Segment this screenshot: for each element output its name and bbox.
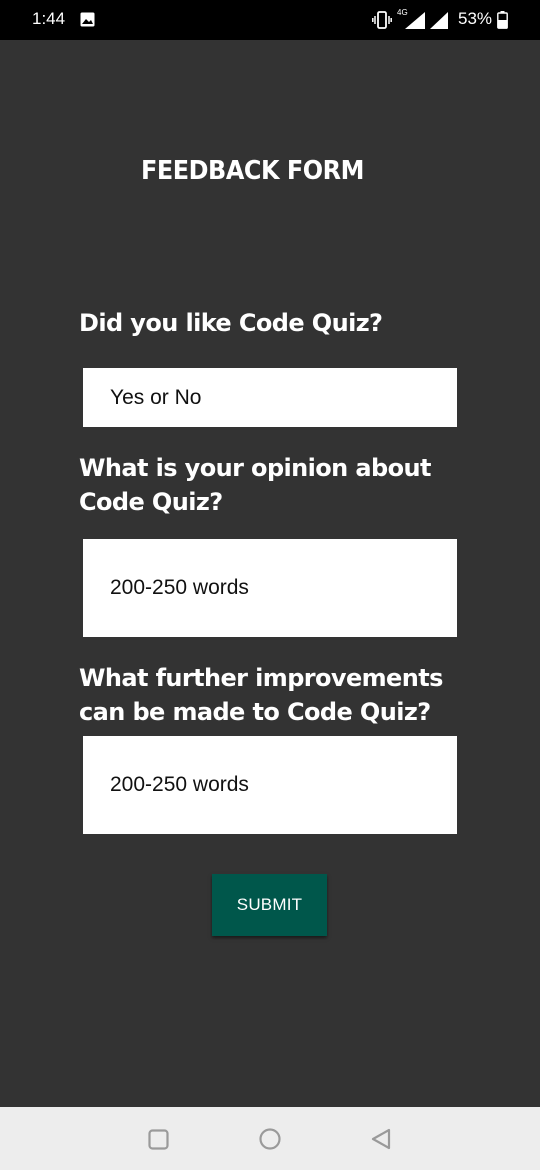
battery-icon xyxy=(497,11,508,29)
signal-icon xyxy=(405,12,425,29)
battery-percentage: 53% xyxy=(458,9,493,28)
page-title: FEEDBACK FORM xyxy=(141,156,364,186)
question-improvements-label: What further improvements can be made to… xyxy=(79,664,443,726)
opinion-input[interactable]: 200-250 words xyxy=(83,539,457,637)
status-bar: 1:44 4G 53% xyxy=(0,0,540,40)
question-opinion-label: What is your opinion about Code Quiz? xyxy=(79,454,431,516)
vibrate-icon xyxy=(372,11,392,29)
question-like-label: Did you like Code Quiz? xyxy=(79,309,383,337)
home-icon[interactable] xyxy=(259,1128,281,1150)
recent-apps-icon[interactable] xyxy=(148,1129,169,1150)
status-time: 1:44 xyxy=(32,9,66,28)
submit-button[interactable]: SUBMIT xyxy=(212,874,327,936)
like-input-placeholder: Yes or No xyxy=(110,385,202,409)
improvements-input-placeholder: 200-250 words xyxy=(110,773,249,796)
opinion-input-placeholder: 200-250 words xyxy=(110,576,249,599)
back-icon[interactable] xyxy=(370,1128,392,1150)
like-input[interactable]: Yes or No xyxy=(83,368,457,427)
navigation-bar xyxy=(0,1107,540,1170)
improvements-input[interactable]: 200-250 words xyxy=(83,736,457,834)
signal-icon xyxy=(430,12,448,29)
gallery-icon xyxy=(80,12,95,27)
